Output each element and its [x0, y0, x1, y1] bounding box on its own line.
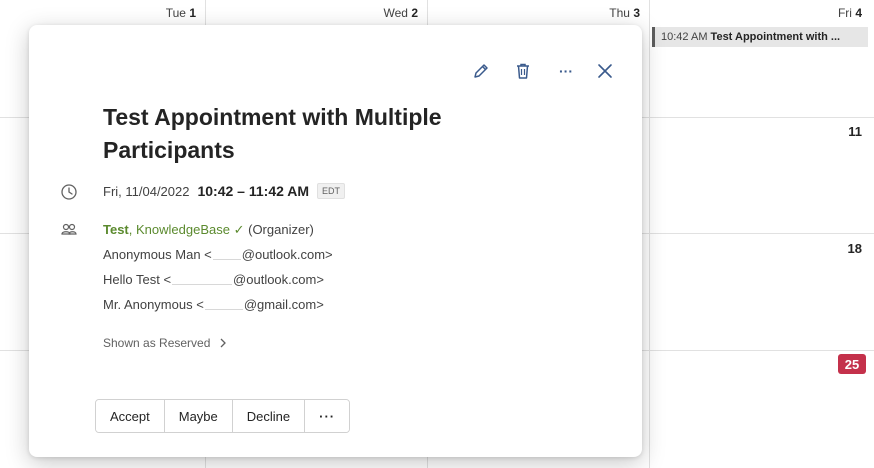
date-number[interactable]: 18 — [848, 241, 862, 256]
close-button[interactable] — [593, 59, 617, 83]
close-icon — [598, 64, 612, 78]
clock-icon — [61, 184, 77, 200]
decline-button[interactable]: Decline — [232, 400, 306, 432]
event-chip[interactable]: 10:42 AM Test Appointment with ... — [652, 27, 868, 47]
event-details-popup: ··· Test Appointment with Multiple Parti… — [29, 25, 642, 457]
participant[interactable]: Hello Test < @outlook.com> — [103, 271, 333, 296]
event-datetime: Fri, 11/04/2022 10:42 – 11:42 AM EDT — [103, 183, 346, 199]
rsvp-more-button[interactable]: ··· — [305, 400, 350, 432]
check-icon: ✓ — [233, 222, 245, 237]
accept-button[interactable]: Accept — [96, 400, 165, 432]
rsvp-button-group: Accept Maybe Decline ··· — [95, 399, 351, 433]
participant[interactable]: Mr. Anonymous < @gmail.com> — [103, 296, 333, 321]
maybe-button[interactable]: Maybe — [164, 400, 233, 432]
participants-list: Test, KnowledgeBase ✓ (Organizer) Anonym… — [103, 221, 333, 321]
people-icon — [61, 223, 77, 235]
day-header-wed[interactable]: Wed 2 — [384, 6, 419, 20]
event-title: Test Appointment with Multiple Participa… — [103, 104, 442, 163]
shown-as-reserved-link[interactable]: Shown as Reserved — [103, 336, 228, 350]
redacted-email — [212, 252, 241, 260]
edit-button[interactable] — [469, 59, 493, 83]
trash-icon — [517, 63, 529, 79]
day-header-fri[interactable]: Fri 4 — [838, 6, 862, 20]
pencil-icon — [474, 64, 488, 78]
redacted-email — [172, 277, 233, 285]
day-header-tue[interactable]: Tue 1 — [166, 6, 196, 20]
delete-button[interactable] — [511, 59, 535, 83]
today-date-badge[interactable]: 25 — [838, 354, 866, 374]
timezone-badge: EDT — [317, 183, 346, 199]
event-date: Fri, 11/04/2022 — [103, 183, 190, 199]
organizer[interactable]: Test, KnowledgeBase ✓ (Organizer) — [103, 221, 333, 246]
participant[interactable]: Anonymous Man < @outlook.com> — [103, 246, 333, 271]
redacted-email — [204, 302, 243, 310]
column-divider — [649, 0, 650, 468]
date-number[interactable]: 11 — [848, 124, 862, 139]
more-options-button[interactable]: ··· — [554, 59, 578, 83]
day-header-thu[interactable]: Thu 3 — [609, 6, 640, 20]
event-time: 10:42 – 11:42 AM — [197, 183, 310, 199]
chevron-right-icon — [220, 338, 227, 348]
